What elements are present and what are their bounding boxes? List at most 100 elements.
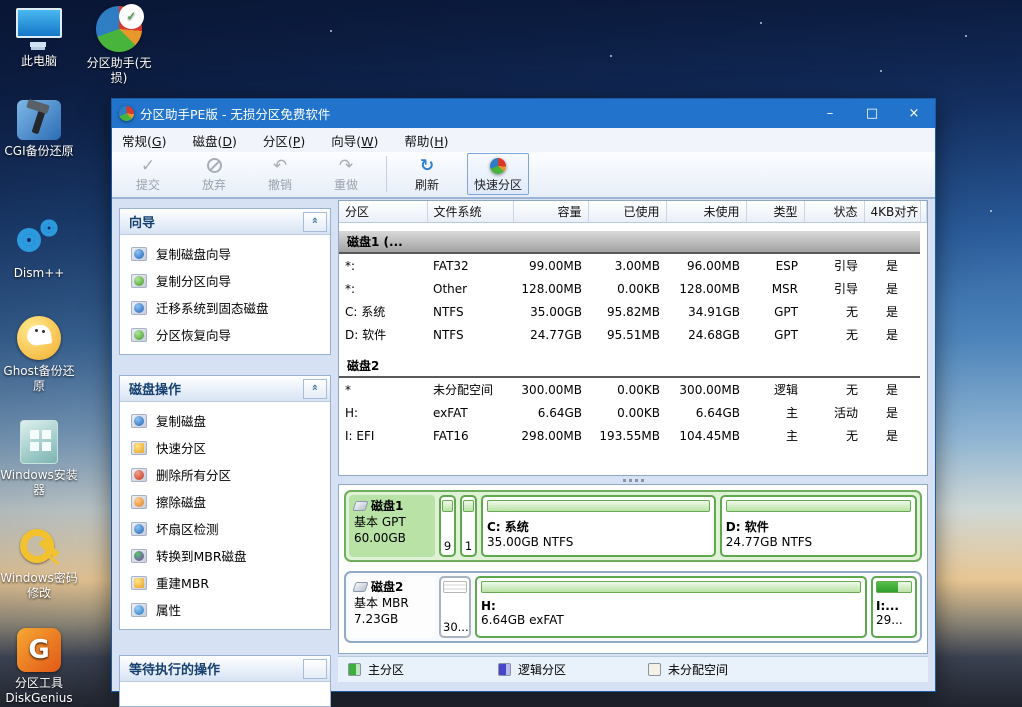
desktop-icon-partition-assistant[interactable]: ✓ 分区助手(无损) [80, 6, 158, 86]
desktop-icon-label: CGI备份还原 [0, 144, 78, 159]
desktop-icon-this-pc[interactable]: 此电脑 [0, 8, 78, 69]
table-row[interactable]: *:FAT32 99.00MB3.00MB 96.00MBESP 引导是 [339, 253, 927, 277]
sidebar-item-convert-to-mbr[interactable]: 转换到MBR磁盘 [120, 542, 330, 569]
disk-icon [352, 582, 368, 592]
usage-bar [487, 500, 710, 512]
panel-disk-operations-header: 磁盘操作 » [120, 376, 330, 402]
disk2-partition-i[interactable]: I:... 29... [871, 576, 917, 638]
sidebar-item-copy-disk[interactable]: 复制磁盘 [120, 407, 330, 434]
disk1-partition-c[interactable]: C: 系统 35.00GB NTFS [481, 495, 716, 557]
table-row[interactable]: D: 软件NTFS 24.77GB95.51MB 24.68GBGPT 无是 [339, 323, 927, 346]
disk1-partition-esp[interactable]: 9 [439, 495, 456, 557]
disk2-label[interactable]: 磁盘2 基本 MBR 7.23GB [349, 576, 435, 638]
table-row[interactable]: *:Other 128.00MB0.00KB 128.00MBMSR 引导是 [339, 277, 927, 300]
menu-general[interactable]: 常规(G) [122, 131, 166, 150]
check-icon: ✓ [141, 156, 155, 176]
logical-partition-swatch [498, 663, 511, 676]
refresh-button[interactable]: ↻ 刷新 [401, 154, 453, 194]
disk2-partition-unallocated[interactable]: 30... [439, 576, 471, 638]
col-filesystem[interactable]: 文件系统 [427, 201, 513, 222]
diskgenius-icon: G [0, 628, 78, 672]
sidebar-item-partition-recovery-wizard[interactable]: 分区恢复向导 [120, 321, 330, 348]
main-area: 分区 文件系统 容量 已使用 未使用 类型 状态 4KB对齐 [338, 200, 928, 682]
disk2-partition-h[interactable]: H: 6.64GB exFAT [475, 576, 867, 638]
collapse-button[interactable]: » [303, 379, 327, 399]
disk1-map-row[interactable]: 磁盘1 基本 GPT 60.00GB 9 1 [344, 490, 922, 562]
minimize-button[interactable]: – [809, 99, 851, 128]
gears-icon [0, 216, 78, 262]
desktop-icon-label: Dism++ [0, 266, 78, 281]
disk1-label[interactable]: 磁盘1 基本 GPT 60.00GB [349, 495, 435, 557]
col-partition[interactable]: 分区 [339, 201, 427, 222]
sidebar-item-copy-disk-wizard[interactable]: 复制磁盘向导 [120, 240, 330, 267]
sidebar-item-wipe-disk[interactable]: 擦除磁盘 [120, 488, 330, 515]
menu-help[interactable]: 帮助(H) [404, 131, 448, 150]
col-type[interactable]: 类型 [746, 201, 804, 222]
disk1-group-row[interactable]: 磁盘1 (... [339, 231, 927, 253]
menubar: 常规(G) 磁盘(D) 分区(P) 向导(W) 帮助(H) [112, 128, 935, 152]
disk-map: 磁盘1 基本 GPT 60.00GB 9 1 [338, 484, 928, 654]
sidebar-item-copy-partition-wizard[interactable]: 复制分区向导 [120, 267, 330, 294]
table-row[interactable]: C: 系统NTFS 35.00GB95.82MB 34.91GBGPT 无是 [339, 300, 927, 323]
desktop-icon-label: Windows安装器 [0, 468, 78, 498]
quick-partition-button[interactable]: 快速分区 [467, 153, 529, 195]
desktop-icon-label: Windows密码修改 [0, 571, 78, 601]
commit-button[interactable]: ✓ 提交 [122, 154, 174, 194]
pending-operations-list [120, 682, 330, 706]
col-status[interactable]: 状态 [804, 201, 864, 222]
desktop-icon-cgi-backup[interactable]: CGI备份还原 [0, 100, 78, 159]
legend-primary: 主分区 [348, 661, 498, 678]
app-window: 分区助手PE版 - 无损分区免费软件 – □ × 常规(G) 磁盘(D) 分区(… [111, 98, 936, 692]
star [965, 35, 967, 37]
sidebar-item-quick-partition[interactable]: 快速分区 [120, 434, 330, 461]
sidebar-item-delete-all-partitions[interactable]: 删除所有分区 [120, 461, 330, 488]
col-4k-aligned[interactable]: 4KB对齐 [864, 201, 920, 222]
menu-partition[interactable]: 分区(P) [263, 131, 305, 150]
disk1-partition-msr[interactable]: 1 [460, 495, 477, 557]
table-row[interactable]: *未分配空间 300.00MB0.00KB 300.00MB逻辑 无是 [339, 377, 927, 401]
collapse-button[interactable] [303, 659, 327, 679]
sidebar-item-properties[interactable]: 属性 [120, 596, 330, 623]
partition-recovery-icon [131, 328, 147, 342]
disk2-group-row[interactable]: 磁盘2 [339, 355, 927, 377]
disk1-partition-d[interactable]: D: 软件 24.77GB NTFS [720, 495, 917, 557]
star [990, 210, 992, 212]
legend-bar: 主分区 逻辑分区 未分配空间 [338, 656, 928, 682]
desktop-icon-dism[interactable]: Dism++ [0, 216, 78, 281]
desktop-icon-ghost-backup[interactable]: Ghost备份还原 [0, 316, 78, 394]
desktop-icon-diskgenius[interactable]: G 分区工具 DiskGenius [0, 628, 78, 706]
discard-icon [207, 156, 222, 176]
refresh-icon: ↻ [420, 156, 434, 176]
col-unused[interactable]: 未使用 [666, 201, 746, 222]
maximize-button[interactable]: □ [851, 99, 893, 128]
discard-button[interactable]: 放弃 [188, 154, 240, 194]
table-header-row[interactable]: 分区 文件系统 容量 已使用 未使用 类型 状态 4KB对齐 [339, 201, 927, 222]
col-capacity[interactable]: 容量 [513, 201, 588, 222]
desktop-icon-windows-password[interactable]: Windows密码修改 [0, 527, 78, 601]
copy-disk-icon [131, 414, 147, 428]
sidebar-item-migrate-os-to-ssd[interactable]: 迁移系统到固态磁盘 [120, 294, 330, 321]
undo-button[interactable]: ↶ 撤销 [254, 154, 306, 194]
collapse-button[interactable]: » [303, 212, 327, 232]
titlebar[interactable]: 分区助手PE版 - 无损分区免费软件 – □ × [112, 99, 935, 128]
usage-bar [876, 581, 912, 593]
desktop-icon-windows-installer[interactable]: Windows安装器 [0, 420, 78, 498]
col-used[interactable]: 已使用 [588, 201, 666, 222]
key-icon [0, 527, 78, 567]
sidebar-item-rebuild-mbr[interactable]: 重建MBR [120, 569, 330, 596]
menu-wizard[interactable]: 向导(W) [331, 131, 378, 150]
close-button[interactable]: × [893, 99, 935, 128]
sidebar-item-bad-sector-test[interactable]: 坏扇区检测 [120, 515, 330, 542]
disk2-map-row[interactable]: 磁盘2 基本 MBR 7.23GB 30... H: 6.64GB exFAT [344, 571, 922, 643]
star [880, 70, 882, 72]
pane-splitter[interactable] [338, 477, 928, 483]
panel-pending-operations: 等待执行的操作 [119, 655, 331, 707]
menu-disk[interactable]: 磁盘(D) [192, 131, 236, 150]
pencil-icon [131, 576, 147, 590]
table-row[interactable]: H:exFAT 6.64GB0.00KB 6.64GB主 活动是 [339, 401, 927, 424]
panel-wizards: 向导 » 复制磁盘向导 复制分区向导 迁移系统到固态磁盘 分区恢复向导 [119, 208, 331, 355]
usage-bar [443, 581, 467, 593]
panel-pending-operations-header: 等待执行的操作 [120, 656, 330, 682]
table-row[interactable]: I: EFIFAT16 298.00MB193.55MB 104.45MB主 无… [339, 424, 927, 447]
redo-button[interactable]: ↷ 重做 [320, 154, 372, 194]
